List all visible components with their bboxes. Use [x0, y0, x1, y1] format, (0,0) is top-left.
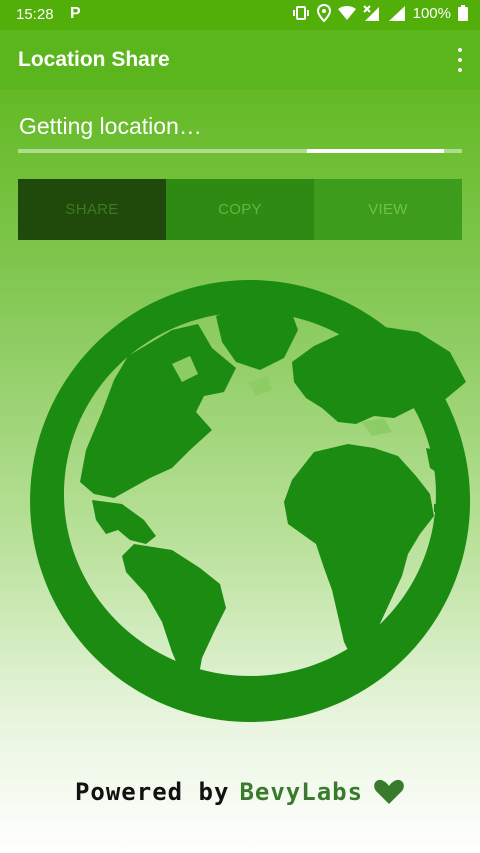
action-buttons: SHARE COPY VIEW	[18, 179, 462, 240]
status-bar: 15:28 P 100%	[0, 0, 480, 30]
bevylabs-brand: BevyLabs	[239, 778, 364, 806]
share-button[interactable]: SHARE	[18, 179, 166, 240]
location-pin-icon	[316, 4, 331, 22]
app-bar: Location Share	[0, 30, 480, 90]
footer-credit: Powered by BevyLabs	[0, 774, 480, 810]
heart-icon	[374, 779, 404, 804]
location-status-text: Getting location…	[19, 113, 202, 139]
parking-notification-icon: P	[70, 5, 81, 22]
signal-icon	[388, 6, 405, 21]
globe-icon	[30, 280, 471, 722]
status-icons: 100%	[292, 4, 468, 22]
wifi-icon	[337, 6, 356, 20]
powered-by-text: Powered by	[74, 778, 230, 806]
battery-percent: 100%	[412, 4, 451, 22]
app-title: Location Share	[18, 48, 170, 71]
progress-fill	[306, 149, 445, 153]
copy-button[interactable]: COPY	[166, 179, 314, 240]
battery-icon	[458, 5, 468, 21]
location-progress-bar	[18, 149, 462, 153]
status-time: 15:28	[16, 6, 54, 23]
view-button[interactable]: VIEW	[314, 179, 462, 240]
vibrate-icon	[292, 6, 309, 20]
overflow-menu-icon[interactable]	[454, 48, 466, 72]
signal-no-data-icon	[362, 5, 379, 21]
